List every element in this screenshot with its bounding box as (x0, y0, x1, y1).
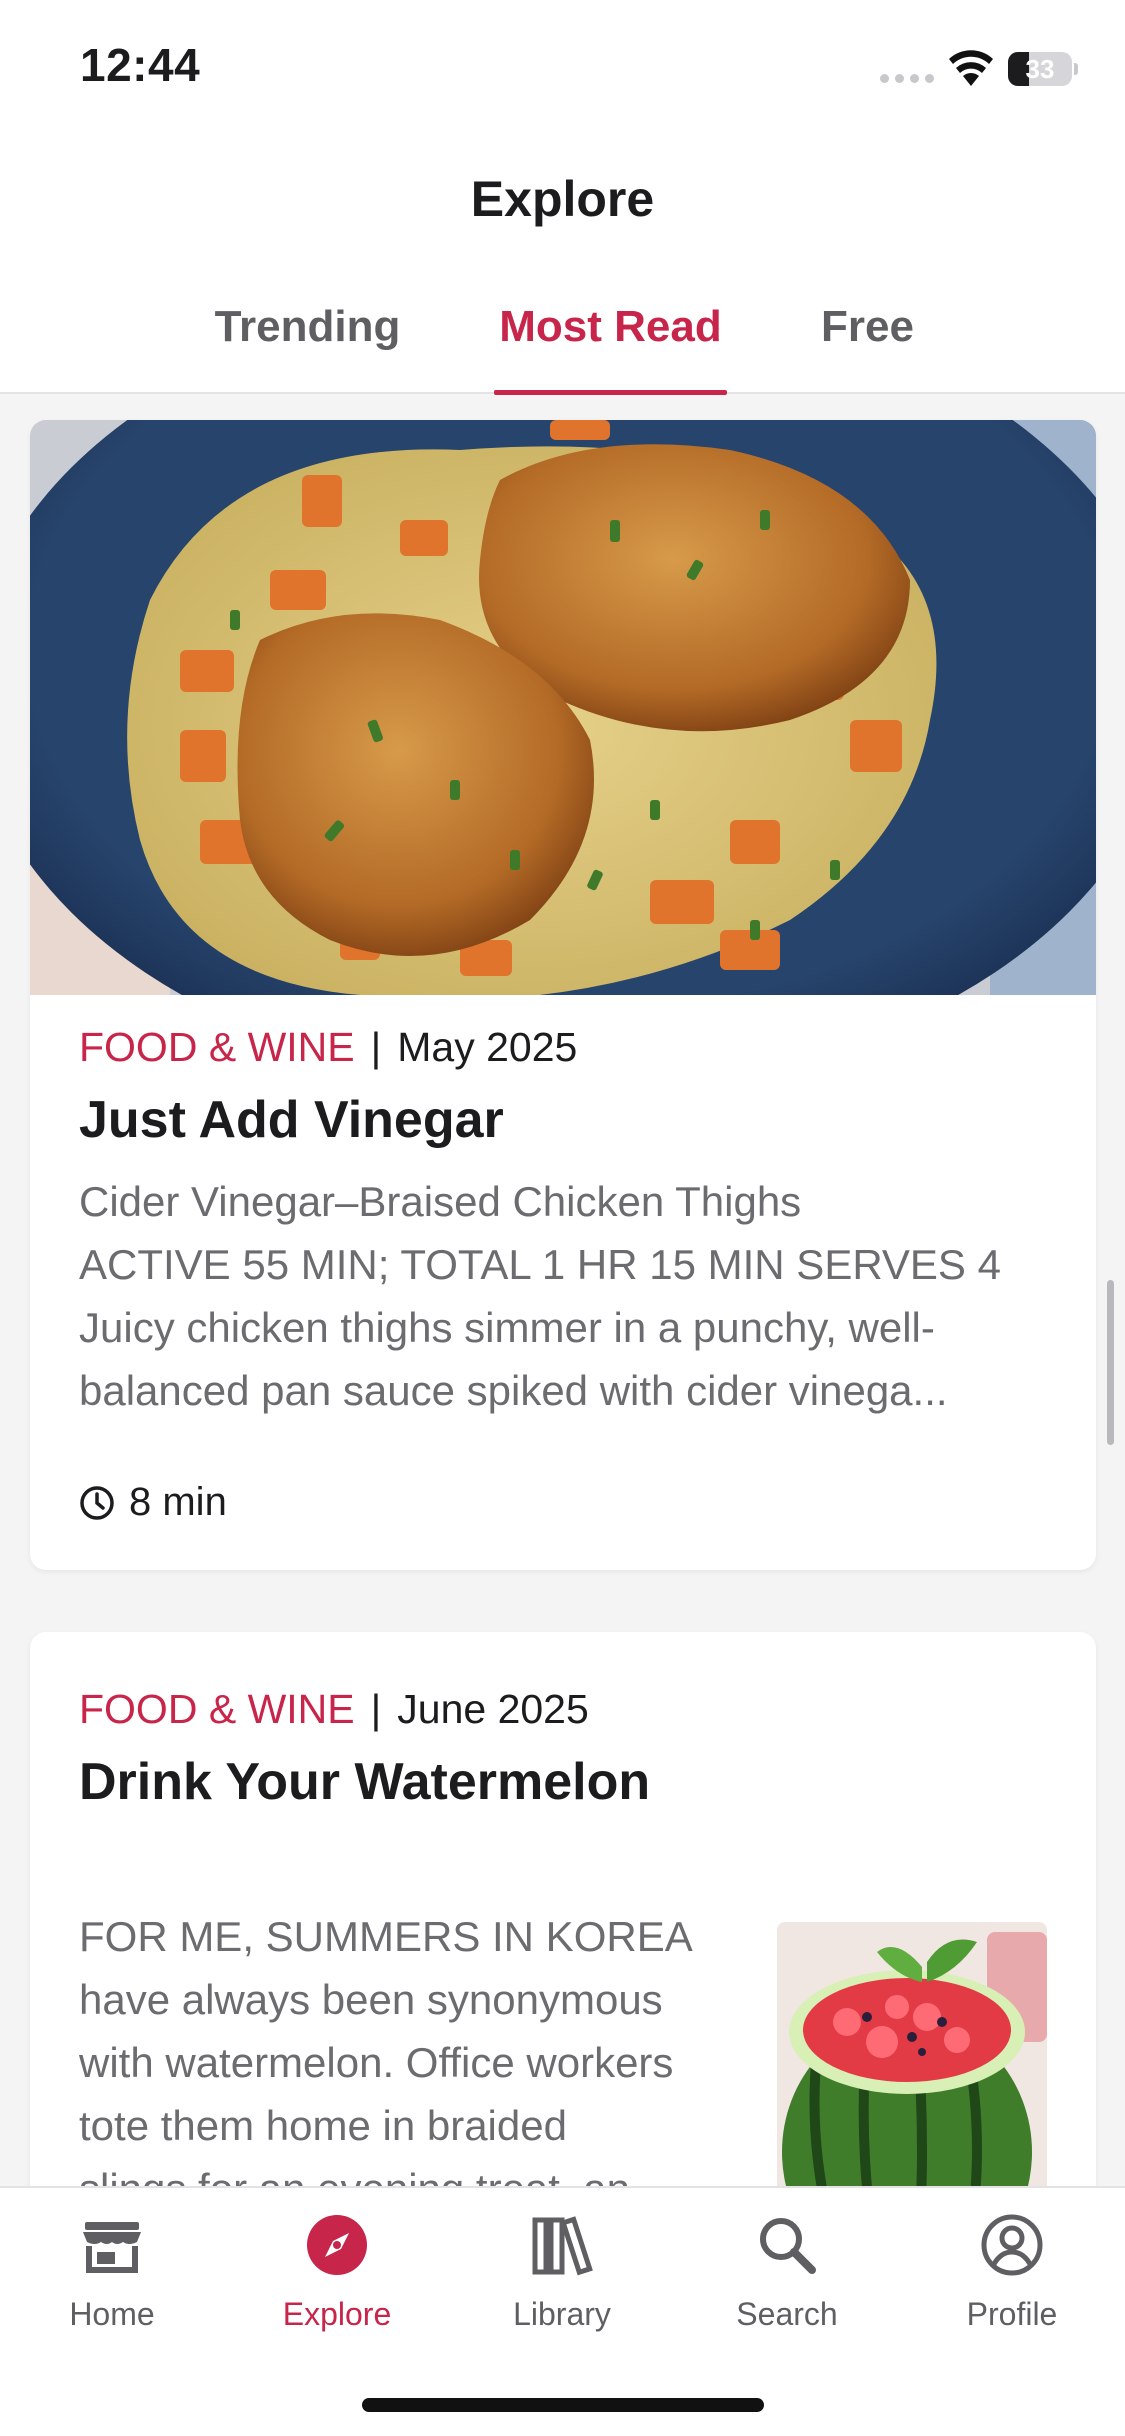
segment-tabs: Trending Most Read Free (0, 295, 1125, 395)
read-time: 8 min (79, 1480, 227, 1525)
issue-date: June 2025 (397, 1686, 589, 1732)
tabbar-item-home[interactable]: Home (22, 2212, 202, 2352)
braised-chicken-thighs-photo (30, 420, 1096, 995)
description-line: slings for an evening treat, an (79, 2157, 749, 2186)
home-icon (83, 2222, 141, 2273)
tab-trending[interactable]: Trending (205, 295, 410, 394)
article-card[interactable]: FOOD & WINE | May 2025 Just Add Vinegar Ci… (30, 420, 1096, 1570)
battery-level: 33 (1025, 54, 1055, 84)
library-icon (532, 2216, 593, 2276)
compass-icon (307, 2215, 367, 2275)
description-line: ACTIVE 55 MIN; TOTAL 1 HR 15 MIN SERVES … (79, 1241, 1001, 1288)
meta-separator: | (370, 1686, 382, 1732)
battery-icon: 33 (1008, 52, 1078, 86)
description-line: tote them home in braided (79, 2102, 567, 2149)
scrollbar[interactable] (1107, 1280, 1114, 1445)
watermelon-punch-photo (777, 1922, 1047, 2186)
home-indicator[interactable] (362, 2398, 764, 2412)
clock-icon (80, 1485, 114, 1520)
article-meta: FOOD & WINE | May 2025 (79, 1024, 577, 1071)
meta-separator: | (370, 1024, 382, 1070)
article-card[interactable]: FOOD & WINE | June 2025 Drink Your Waterme… (30, 1632, 1096, 2186)
tabbar-item-profile[interactable]: Profile (922, 2212, 1102, 2352)
read-time-label: 8 min (129, 1480, 227, 1524)
explore-screen: 12:44 33 Explore Trending Most Read Free (0, 0, 1125, 2436)
status-bar: 12:44 33 (0, 0, 1125, 130)
publication-name: FOOD & WINE (79, 1686, 355, 1732)
description-line: balanced pan sauce spiked with cider vin… (79, 1367, 948, 1414)
status-time: 12:44 (80, 39, 201, 91)
header: Explore Trending Most Read Free (0, 130, 1125, 395)
description-line: Cider Vinegar–Braised Chicken Thighs (79, 1178, 802, 1225)
profile-icon (981, 2214, 1043, 2276)
article-feed[interactable]: FOOD & WINE | May 2025 Just Add Vinegar Ci… (0, 396, 1125, 2186)
tabbar-item-search[interactable]: Search (697, 2212, 877, 2352)
tabbar-label: Library (513, 2296, 611, 2332)
tab-free[interactable]: Free (810, 295, 925, 394)
article-title: Just Add Vinegar (79, 1091, 504, 1149)
description-line: with watermelon. Office workers (79, 2039, 674, 2086)
article-description: Cider Vinegar–Braised Chicken Thighs ACT… (79, 1170, 1054, 1422)
article-title: Drink Your Watermelon (79, 1753, 651, 1811)
tabbar-label: Explore (282, 2296, 392, 2332)
tab-most-read[interactable]: Most Read (494, 295, 727, 395)
search-icon (760, 2218, 816, 2274)
page-title: Explore (470, 171, 655, 227)
description-line: FOR ME, SUMMERS IN KOREA (79, 1913, 693, 1960)
description-line: have always been synonymous (79, 1976, 663, 2023)
tabbar-label: Search (736, 2296, 838, 2332)
article-meta: FOOD & WINE | June 2025 (79, 1686, 589, 1733)
tabbar-label: Profile (966, 2296, 1058, 2332)
cellular-signal-icon (880, 74, 934, 83)
tabbar-item-library[interactable]: Library (472, 2212, 652, 2352)
publication-name: FOOD & WINE (79, 1024, 355, 1070)
description-line: Juicy chicken thighs simmer in a punchy,… (79, 1304, 935, 1351)
article-description: FOR ME, SUMMERS IN KOREA have always bee… (79, 1905, 749, 2186)
issue-date: May 2025 (397, 1024, 578, 1070)
tabbar-item-explore[interactable]: Explore (247, 2212, 427, 2352)
wifi-icon (949, 50, 993, 86)
tabbar-label: Home (69, 2296, 155, 2332)
